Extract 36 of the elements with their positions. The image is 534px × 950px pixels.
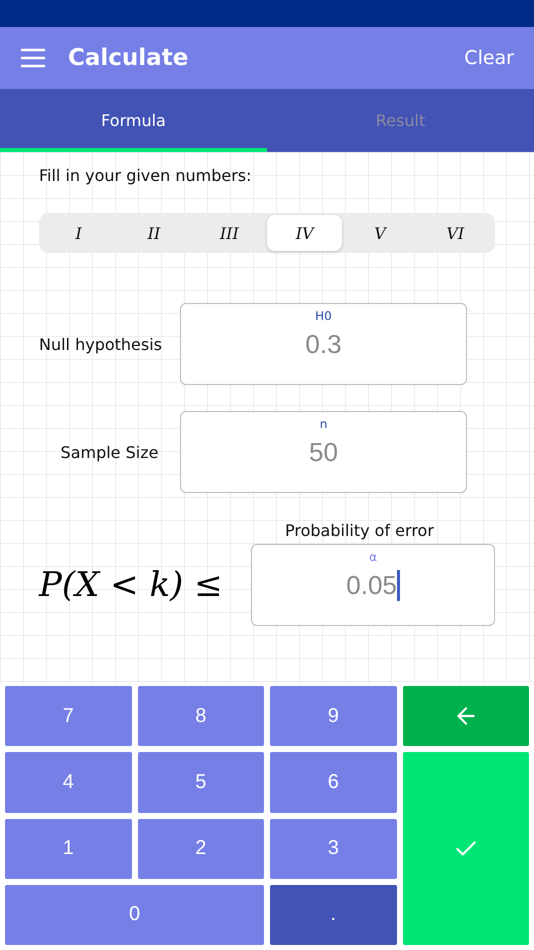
input-field[interactable]: n 50 (180, 411, 467, 493)
field-label: H0 (315, 309, 332, 323)
segment[interactable]: I (41, 215, 116, 251)
key[interactable]: 4 (5, 752, 132, 812)
clear-button[interactable]: Clear (464, 47, 514, 69)
key[interactable]: . (270, 884, 396, 945)
key[interactable]: 1 (5, 818, 132, 879)
tab[interactable]: Result (267, 89, 534, 152)
menu-icon[interactable] (20, 46, 48, 70)
field-caption: Null hypothesis (39, 334, 164, 354)
key[interactable]: 3 (270, 818, 396, 879)
app-title: Calculate (68, 45, 190, 71)
input-field[interactable]: α 0.05 (251, 544, 495, 626)
field-value: 50 (309, 437, 338, 468)
key[interactable]: 6 (270, 752, 396, 812)
backspace-button[interactable] (402, 686, 529, 746)
field-caption: Probability of error (285, 521, 435, 540)
key[interactable]: 8 (138, 686, 264, 746)
field-label: α (369, 550, 378, 564)
formula: P(X < k) ≤ (39, 565, 224, 605)
key[interactable]: 0 (5, 884, 264, 945)
field-value: 0.3 (305, 329, 342, 360)
segment[interactable]: II (116, 215, 192, 251)
key[interactable]: 2 (138, 818, 264, 879)
instruction-text: Fill in your given numbers: (39, 166, 253, 185)
segment[interactable]: IV (266, 215, 342, 251)
segment[interactable]: VI (418, 215, 493, 251)
field-label: n (320, 417, 328, 431)
key[interactable]: 5 (138, 752, 264, 812)
input-field[interactable]: H0 0.3 (180, 303, 467, 385)
segment[interactable]: III (192, 215, 267, 251)
key[interactable]: 9 (270, 686, 396, 746)
field-value: 0.05 (346, 570, 400, 601)
field-caption: Sample Size (60, 442, 160, 462)
segment[interactable]: V (342, 215, 418, 251)
key[interactable]: 7 (5, 686, 132, 746)
